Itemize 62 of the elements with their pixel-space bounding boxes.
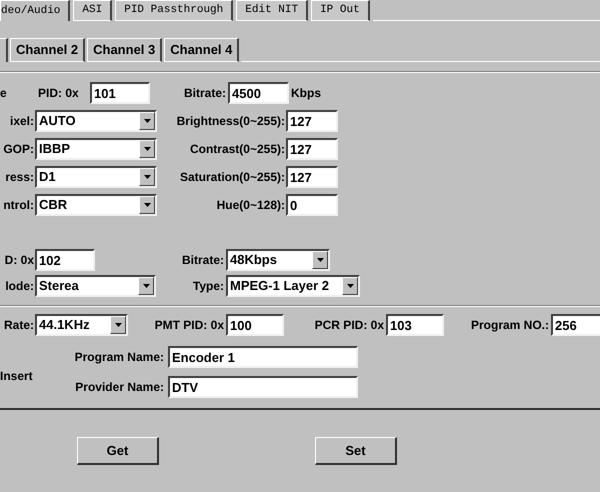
dropdown[interactable]: MPEG-1 Layer 2 [226, 275, 360, 297]
field-label: ress: [4, 169, 34, 186]
tab[interactable]: Channel 2 [10, 38, 86, 62]
dropdown[interactable]: 48Kbps [226, 249, 330, 271]
tab[interactable] [0, 38, 8, 62]
dropdown[interactable]: 44.1KHz [35, 314, 128, 336]
input-field[interactable]: DTV [168, 376, 358, 398]
tab[interactable]: IP Out [311, 0, 370, 21]
field-label: Rate: [2, 317, 34, 334]
input-field[interactable]: 101 [90, 82, 150, 104]
caret-down-icon [144, 203, 150, 207]
input-field[interactable]: 4500 [228, 82, 289, 104]
field-label: Provider Name: [74, 379, 164, 396]
unit-label: Kbps [291, 85, 321, 102]
caret-down-icon [144, 175, 150, 179]
input-field[interactable]: Encoder 1 [168, 346, 358, 368]
caret-down-icon [144, 119, 150, 123]
input-field[interactable]: 256 [551, 314, 600, 336]
field-label: GOP: [2, 141, 34, 158]
tab[interactable]: PID Passthrough [115, 0, 234, 21]
input-field[interactable]: 102 [35, 249, 95, 271]
dropdown[interactable]: AUTO [35, 110, 157, 132]
field-label: Saturation(0~255): [178, 169, 285, 186]
dropdown[interactable]: Sterea [35, 275, 156, 297]
field-label: lode: [4, 278, 34, 295]
field-label: Hue(0~128): [216, 197, 285, 214]
field-label: PCR PID: 0x [314, 317, 384, 334]
input-field[interactable]: 0 [286, 194, 338, 216]
field-label: Type: [192, 278, 224, 295]
field-label: PMT PID: 0x [154, 317, 224, 334]
tab[interactable]: ASI [73, 0, 112, 21]
tab[interactable]: Channel 4 [164, 38, 240, 62]
dropdown[interactable]: D1 [35, 166, 157, 188]
field-label: Program NO.: [470, 317, 549, 334]
field-label: PID: 0x [38, 85, 80, 102]
tab[interactable]: deo/Audio [0, 0, 70, 21]
input-field[interactable]: 100 [226, 314, 284, 336]
field-label: ixel: [8, 113, 34, 130]
field-label: D: 0x [4, 252, 34, 269]
dropdown[interactable]: CBR [35, 194, 157, 216]
field-label: Program Name: [74, 349, 164, 366]
field-label: e [0, 85, 8, 102]
field-label: Bitrate: [180, 252, 224, 269]
field-label: Contrast(0~255): [188, 141, 285, 158]
field-label: ntrol: [2, 197, 34, 214]
group-label: Insert [0, 368, 33, 385]
action-button[interactable]: Set [315, 437, 397, 465]
caret-down-icon [316, 258, 324, 262]
input-field[interactable]: 127 [286, 138, 338, 160]
input-field[interactable]: 127 [286, 166, 338, 188]
field-label: Brightness(0~255): [176, 113, 285, 130]
caret-down-icon [142, 284, 150, 288]
caret-down-icon [114, 323, 122, 327]
action-button[interactable]: Get [77, 437, 159, 465]
input-field[interactable]: 127 [286, 110, 338, 132]
dropdown[interactable]: IBBP [35, 138, 157, 160]
field-label: Bitrate: [182, 85, 226, 102]
input-field[interactable]: 103 [386, 314, 444, 336]
caret-down-icon [346, 284, 354, 288]
tab[interactable]: Edit NIT [236, 0, 308, 21]
tab[interactable]: Channel 3 [87, 38, 162, 62]
caret-down-icon [144, 147, 150, 151]
